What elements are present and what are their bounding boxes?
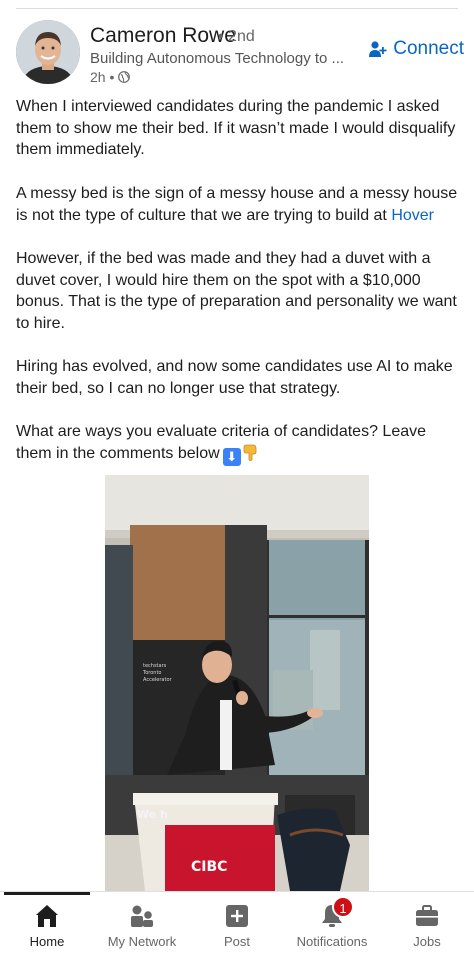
notification-badge: 1	[332, 896, 354, 918]
add-person-icon	[369, 41, 387, 57]
post-text: When I interviewed candidates during the…	[16, 96, 460, 488]
photo-partial-text: We h	[137, 808, 168, 821]
nav-home[interactable]: Home	[0, 902, 94, 949]
post-paragraph-text: What are ways you evaluate criteria of c…	[16, 423, 427, 463]
author-headline: Building Autonomous Technology to ...	[90, 50, 345, 67]
connect-button[interactable]: Connect	[369, 38, 464, 60]
nav-my-network-label: My Network	[107, 934, 177, 949]
post-paragraph: What are ways you evaluate criteria of c…	[16, 421, 460, 467]
pointing-down-hand-icon	[243, 444, 257, 462]
author-avatar[interactable]	[16, 20, 80, 84]
top-divider	[16, 8, 458, 9]
post-timestamp: 2h •	[90, 69, 131, 85]
connect-label: Connect	[393, 38, 464, 59]
company-mention-link[interactable]: Hover	[391, 207, 434, 224]
post-paragraph: A messy bed is the sign of a messy house…	[16, 183, 460, 226]
post-image[interactable]: techstars Toronto Accelerator CIBC We h	[105, 475, 369, 891]
post-paragraph: When I interviewed candidates during the…	[16, 98, 456, 159]
home-icon	[36, 905, 58, 927]
nav-notifications-label: Notifications	[296, 934, 368, 949]
down-arrow-emoji-icon: ⬇	[222, 448, 241, 467]
svg-text:Toronto: Toronto	[142, 670, 161, 676]
podium-logo-text: CIBC	[191, 859, 227, 875]
post-time-text: 2h •	[90, 69, 115, 85]
nav-post-label: Post	[223, 934, 250, 949]
nav-home-label: Home	[29, 934, 65, 949]
post-icon	[226, 905, 248, 927]
nav-jobs-label: Jobs	[413, 934, 441, 949]
svg-text:Accelerator: Accelerator	[143, 677, 173, 683]
svg-text:techstars: techstars	[143, 663, 167, 669]
briefcase-icon	[416, 905, 438, 926]
globe-icon	[118, 71, 131, 83]
active-tab-indicator	[4, 892, 90, 895]
author-name[interactable]: Cameron Rowe	[90, 24, 236, 48]
nav-jobs[interactable]: Jobs	[380, 902, 474, 949]
nav-post[interactable]: Post	[190, 902, 284, 949]
connection-degree: • 2nd	[218, 28, 255, 45]
bottom-navigation: Home My Network Post 1 Notifications Job…	[0, 891, 474, 955]
post-paragraph: However, if the bed was made and they ha…	[16, 249, 457, 332]
network-icon	[131, 905, 153, 927]
nav-notifications[interactable]: 1 Notifications	[285, 896, 379, 949]
nav-my-network[interactable]: My Network	[95, 902, 189, 949]
post-paragraph: Hiring has evolved, and now some candida…	[16, 358, 453, 398]
post-header: Cameron Rowe • 2nd Building Autonomous T…	[16, 18, 468, 88]
